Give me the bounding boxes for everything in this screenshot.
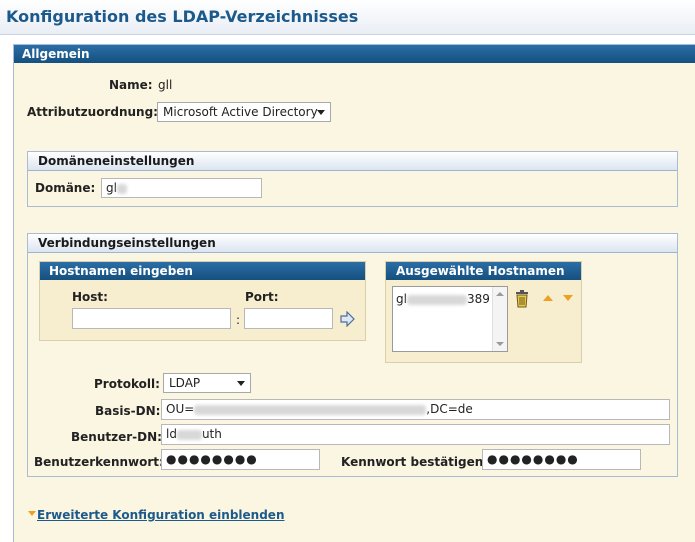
host-input[interactable] [72,308,231,329]
redacted-text [176,429,202,440]
confirm-password-input[interactable]: ●●●●●●●● [482,449,641,470]
userdn-prefix: ld [166,427,177,441]
chevron-down-icon [317,110,325,115]
domain-heading: Domäneneinstellungen [28,152,677,171]
password-input[interactable]: ●●●●●●●● [161,449,320,470]
add-host-button[interactable] [339,310,355,328]
userdn-label: Benutzer-DN: [71,430,162,444]
password-label: Benutzerkennwort: [34,455,164,469]
domain-input[interactable]: gl [101,178,262,198]
selected-host-port: 389 [466,292,490,306]
password-value: ●●●●●●●● [166,452,258,466]
move-down-button[interactable] [562,292,574,302]
mapping-select-value: Microsoft Active Directory [163,105,318,119]
protocol-select-value: LDAP [169,376,201,390]
basedn-prefix: OU= [166,402,195,416]
selected-host-prefix: gl [396,292,407,306]
basedn-suffix: ,DC=de [426,402,473,416]
host-port-separator: : [236,313,241,327]
arrow-right-icon [340,310,355,328]
connection-heading: Verbindungseinstellungen [28,234,677,253]
redacted-text [406,294,467,305]
userdn-suffix: uth [201,427,222,441]
userdn-input[interactable]: ld uth [161,424,670,445]
scroll-up-icon[interactable] [493,288,507,300]
domain-input-value: gl [106,181,117,195]
enter-hosts-heading: Hostnamen eingeben [40,262,365,280]
confirm-password-value: ●●●●●●●● [487,452,579,466]
domain-label: Domäne: [35,181,96,195]
general-heading: Allgemein [14,45,695,63]
advanced-config-link[interactable]: Erweiterte Konfiguration einblenden [37,508,284,522]
scroll-down-icon[interactable] [493,338,507,350]
title-bar: Konfiguration des LDAP-Verzeichnisses [0,0,695,35]
selected-host-item[interactable]: gl 389 [396,292,490,306]
mapping-select[interactable]: Microsoft Active Directory [157,102,331,122]
protocol-label: Protokoll: [94,377,160,391]
selected-hosts-list[interactable]: gl 389 [392,286,508,352]
list-scrollbar[interactable] [492,287,507,351]
port-input[interactable] [244,308,333,329]
selected-hosts-heading: Ausgewählte Hostnamen [386,262,581,280]
redacted-text [194,404,427,415]
basedn-label: Basis-DN: [95,404,161,418]
arrow-up-icon [543,295,553,301]
port-label: Port: [245,290,279,304]
name-label: Name: [109,78,153,92]
chevron-down-icon [237,381,245,386]
host-label: Host: [72,290,108,304]
name-value: gll [158,78,173,92]
confirm-password-label: Kennwort bestätigen: [341,455,489,469]
protocol-select[interactable]: LDAP [163,373,251,393]
arrow-down-icon [563,295,573,301]
advanced-toggle[interactable]: Erweiterte Konfiguration einblenden [27,507,287,525]
page-title: Konfiguration des LDAP-Verzeichnisses [6,7,359,26]
trash-icon [516,290,528,308]
delete-host-button[interactable] [514,290,530,308]
redacted-text [116,183,127,194]
basedn-input[interactable]: OU= ,DC=de [161,399,670,420]
move-up-button[interactable] [542,292,554,302]
mapping-label: Attributzuordnung: [27,105,158,119]
triangle-down-icon [28,511,36,516]
